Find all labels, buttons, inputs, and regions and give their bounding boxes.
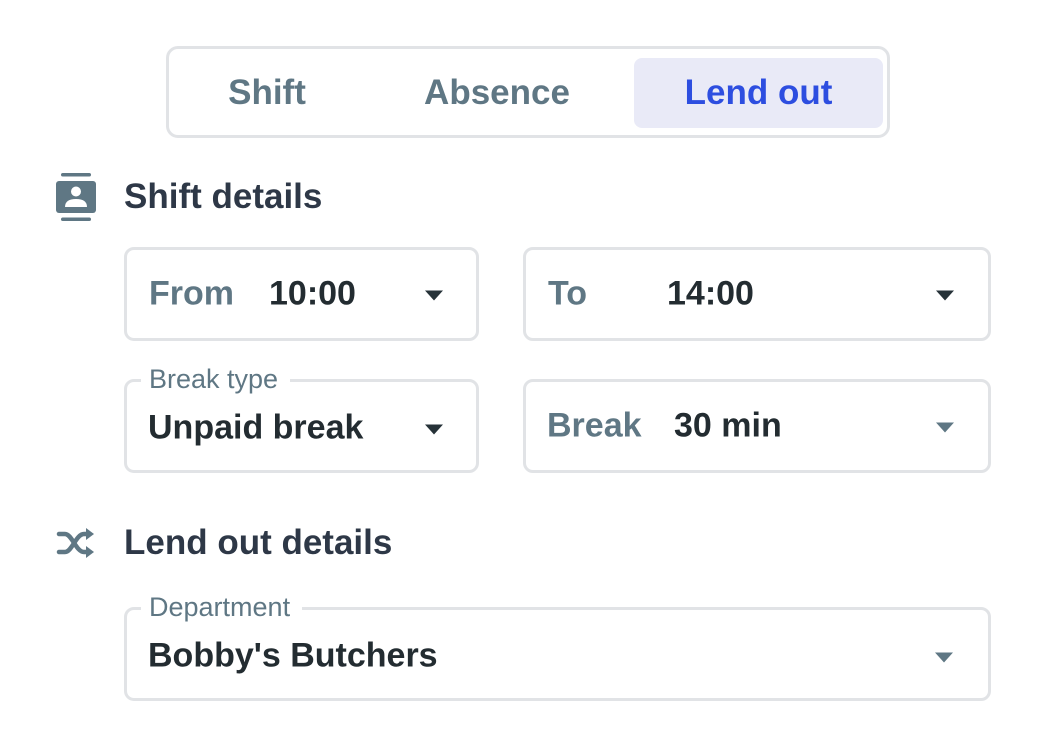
break-type-select[interactable]: Break type Unpaid break [124, 363, 479, 473]
lend-out-details-title: Lend out details [124, 523, 393, 562]
chevron-down-icon [425, 290, 443, 301]
break-label: Break [547, 406, 642, 445]
from-time-select[interactable]: From 10:00 [124, 247, 479, 341]
to-value: 14:00 [667, 274, 754, 313]
shift-details-title: Shift details [124, 177, 323, 216]
department-value: Bobby's Butchers [148, 636, 438, 675]
lend-out-details-header: Lend out details [54, 518, 392, 568]
shuffle-icon [54, 518, 98, 568]
department-label: Department [141, 591, 303, 623]
break-type-label: Break type [141, 363, 291, 395]
tab-shift[interactable]: Shift [187, 58, 347, 128]
to-time-select[interactable]: To 14:00 [523, 247, 991, 341]
tab-lend-out[interactable]: Lend out [634, 58, 883, 128]
chevron-down-icon [936, 290, 954, 301]
shift-details-header: Shift details [54, 172, 322, 222]
department-select[interactable]: Department Bobby's Butchers [124, 591, 991, 701]
from-label: From [149, 274, 234, 313]
contact-badge-icon [54, 172, 98, 222]
break-duration-select[interactable]: Break 30 min [523, 379, 991, 473]
to-label: To [548, 274, 588, 313]
break-type-value: Unpaid break [148, 408, 364, 447]
tab-absence[interactable]: Absence [387, 58, 607, 128]
chevron-down-icon [425, 424, 443, 435]
break-value: 30 min [674, 406, 782, 445]
type-tab-bar: Shift Absence Lend out [166, 46, 890, 138]
chevron-down-icon [935, 652, 953, 663]
chevron-down-icon [936, 422, 954, 433]
from-value: 10:00 [269, 274, 356, 313]
